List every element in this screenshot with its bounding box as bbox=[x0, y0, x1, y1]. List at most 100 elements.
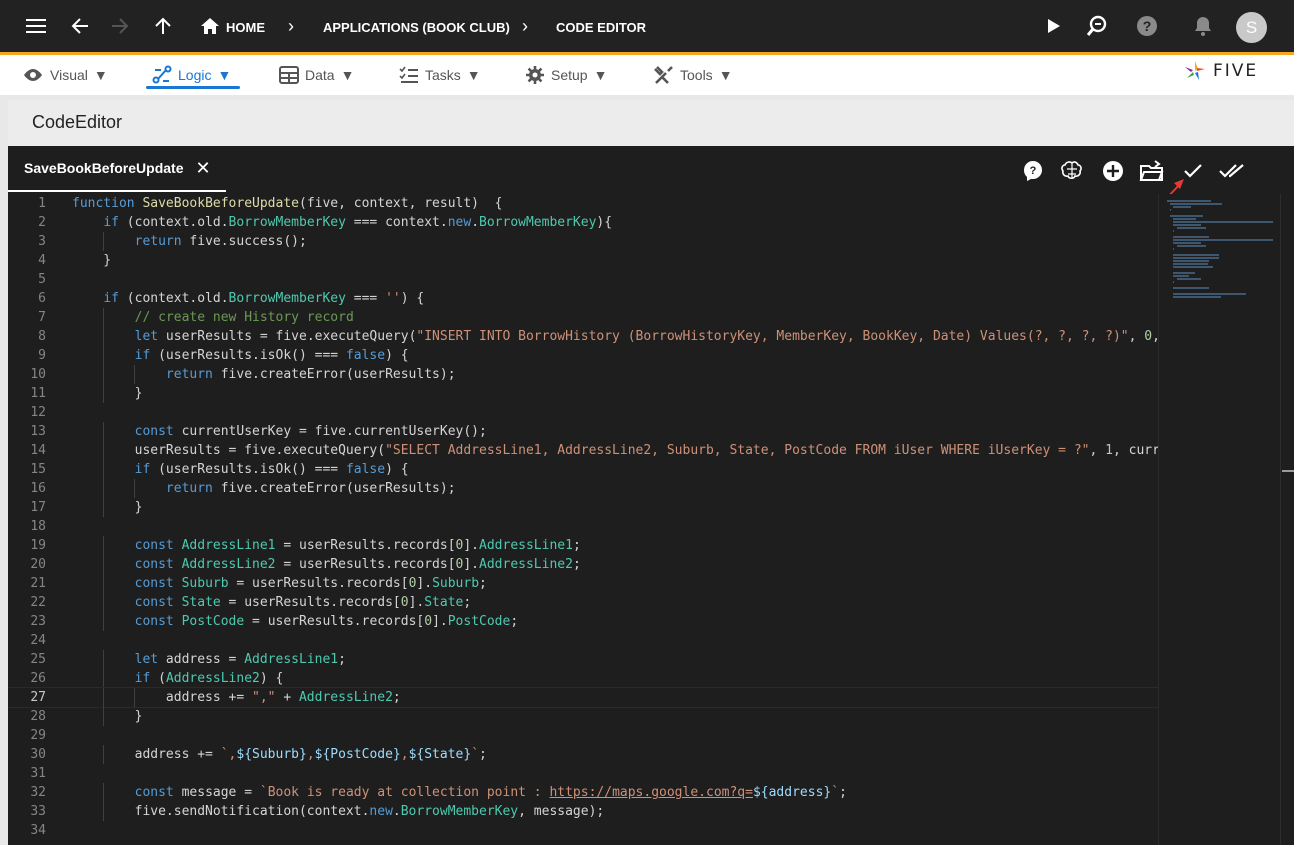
menu-data[interactable]: Data ▼ bbox=[279, 63, 354, 87]
code-line[interactable]: 13 const currentUserKey = five.currentUs… bbox=[8, 422, 1158, 441]
back-arrow-icon[interactable] bbox=[66, 12, 94, 40]
code-line[interactable]: 31 bbox=[8, 764, 1158, 783]
code-line[interactable]: 25 let address = AddressLine1; bbox=[8, 650, 1158, 669]
minimap-line bbox=[1173, 221, 1274, 223]
add-icon[interactable] bbox=[1100, 158, 1126, 184]
five-logo-text: FIVE bbox=[1213, 61, 1259, 81]
code-line[interactable]: 22 const State = userResults.records[0].… bbox=[8, 593, 1158, 612]
line-number: 11 bbox=[30, 386, 46, 401]
code-line[interactable]: 16 return five.createError(userResults); bbox=[8, 479, 1158, 498]
home-icon[interactable] bbox=[196, 12, 224, 40]
five-logo-mark-icon bbox=[1185, 61, 1205, 80]
minimap-line bbox=[1173, 224, 1202, 226]
code-text: if (context.old.BorrowMemberKey === cont… bbox=[103, 215, 613, 230]
line-number: 17 bbox=[30, 500, 46, 515]
help-bubble-icon[interactable]: ? bbox=[1020, 158, 1046, 184]
code-text: const message = `Book is ready at collec… bbox=[134, 785, 847, 800]
code-text: } bbox=[72, 500, 143, 515]
menu-visual[interactable]: Visual ▼ bbox=[22, 63, 108, 87]
code-line[interactable]: 32 const message = `Book is ready at col… bbox=[8, 783, 1158, 802]
code-text: address += `,${Suburb},${PostCode},${Sta… bbox=[72, 747, 487, 762]
code-line[interactable]: 29 bbox=[8, 726, 1158, 745]
minimap-line bbox=[1170, 215, 1203, 217]
code-line[interactable]: 14 userResults = five.executeQuery("SELE… bbox=[8, 441, 1158, 460]
code-line[interactable]: 26 if (AddressLine2) { bbox=[8, 669, 1158, 688]
code-line[interactable]: 9 if (userResults.isOk() === false) { bbox=[8, 346, 1158, 365]
save-all-check-icon[interactable] bbox=[1219, 158, 1245, 184]
code-line[interactable]: 19 const AddressLine1 = userResults.reco… bbox=[8, 536, 1158, 555]
editor-scrollbar[interactable] bbox=[1280, 194, 1294, 845]
code-line[interactable]: 27 address += "," + AddressLine2; bbox=[8, 687, 1158, 708]
dropdown-caret-icon: ▼ bbox=[217, 67, 232, 83]
code-text: const PostCode = userResults.records[0].… bbox=[134, 614, 519, 629]
code-line[interactable]: 33 five.sendNotification(context.new.Bor… bbox=[8, 802, 1158, 821]
minimap-line bbox=[1173, 230, 1175, 232]
line-number: 18 bbox=[30, 519, 46, 534]
play-icon[interactable] bbox=[1040, 12, 1068, 40]
code-line[interactable]: 30 address += `,${Suburb},${PostCode},${… bbox=[8, 745, 1158, 764]
notification-bell-icon[interactable] bbox=[1189, 12, 1217, 40]
code-line[interactable]: 20 const AddressLine2 = userResults.reco… bbox=[8, 555, 1158, 574]
code-line[interactable]: 28 } bbox=[8, 707, 1158, 726]
search-chat-icon[interactable] bbox=[1083, 12, 1111, 40]
dropdown-caret-icon: ▼ bbox=[466, 67, 481, 83]
code-line[interactable]: 7 // create new History record bbox=[8, 308, 1158, 327]
line-number: 3 bbox=[38, 234, 46, 249]
code-line[interactable]: 11 } bbox=[8, 384, 1158, 403]
code-line[interactable]: 8 let userResults = five.executeQuery("I… bbox=[8, 327, 1158, 346]
menu-setup[interactable]: Setup ▼ bbox=[525, 63, 607, 87]
code-line[interactable]: 5 bbox=[8, 270, 1158, 289]
minimap-line bbox=[1173, 218, 1196, 220]
minimap-line bbox=[1173, 287, 1210, 289]
code-text: address += "," + AddressLine2; bbox=[72, 690, 401, 705]
up-arrow-icon[interactable] bbox=[149, 12, 177, 40]
code-line[interactable]: 18 bbox=[8, 517, 1158, 536]
code-line[interactable]: 15 if (userResults.isOk() === false) { bbox=[8, 460, 1158, 479]
user-avatar[interactable]: S bbox=[1236, 12, 1267, 43]
line-number: 14 bbox=[30, 443, 46, 458]
line-number: 25 bbox=[30, 652, 46, 667]
line-number: 2 bbox=[38, 215, 46, 230]
code-line[interactable]: 24 bbox=[8, 631, 1158, 650]
code-line[interactable]: 4 } bbox=[8, 251, 1158, 270]
menu-logic[interactable]: Logic ▼ bbox=[152, 63, 231, 87]
minimap-line bbox=[1173, 296, 1222, 298]
minimap-line bbox=[1173, 236, 1210, 238]
minimap-line bbox=[1167, 200, 1211, 202]
minimap-line bbox=[1173, 266, 1213, 268]
code-line[interactable]: 1 function SaveBookBeforeUpdate(five, con… bbox=[8, 194, 1158, 213]
menu-tasks[interactable]: Tasks ▼ bbox=[399, 63, 481, 87]
breadcrumb-applications[interactable]: APPLICATIONS (BOOK CLUB) bbox=[323, 19, 510, 37]
code-line[interactable]: 10 return five.createError(userResults); bbox=[8, 365, 1158, 384]
ai-brain-icon[interactable] bbox=[1059, 158, 1085, 184]
code-line[interactable]: 2 if (context.old.BorrowMemberKey === co… bbox=[8, 213, 1158, 232]
active-menu-indicator bbox=[146, 86, 240, 89]
code-line[interactable]: 3 return five.success(); bbox=[8, 232, 1158, 251]
line-number: 5 bbox=[38, 272, 46, 287]
menu-tasks-label: Tasks bbox=[425, 67, 461, 83]
minimap-line bbox=[1176, 227, 1207, 229]
hamburger-menu-icon[interactable] bbox=[22, 12, 50, 40]
close-icon[interactable]: ✕ bbox=[196, 158, 211, 179]
line-number: 22 bbox=[30, 595, 46, 610]
minimap-line bbox=[1173, 260, 1210, 262]
code-line[interactable]: 6 if (context.old.BorrowMemberKey === ''… bbox=[8, 289, 1158, 308]
code-area[interactable]: 1 function SaveBookBeforeUpdate(five, con… bbox=[8, 194, 1158, 845]
line-number: 29 bbox=[30, 728, 46, 743]
code-line[interactable]: 34 bbox=[8, 821, 1158, 840]
line-number: 8 bbox=[38, 329, 46, 344]
breadcrumb-home[interactable]: HOME bbox=[226, 19, 265, 37]
line-number: 13 bbox=[30, 424, 46, 439]
line-number: 6 bbox=[38, 291, 46, 306]
line-number: 21 bbox=[30, 576, 46, 591]
minimap-line bbox=[1173, 257, 1219, 259]
code-line[interactable]: 23 const PostCode = userResults.records[… bbox=[8, 612, 1158, 631]
line-number: 27 bbox=[30, 690, 46, 705]
menu-tools[interactable]: Tools ▼ bbox=[654, 63, 733, 87]
help-icon[interactable]: ? bbox=[1133, 12, 1161, 40]
code-line[interactable]: 21 const Suburb = userResults.records[0]… bbox=[8, 574, 1158, 593]
editor-tab[interactable]: SaveBookBeforeUpdate ✕ bbox=[8, 146, 226, 192]
code-line[interactable]: 12 bbox=[8, 403, 1158, 422]
code-minimap[interactable] bbox=[1158, 194, 1280, 845]
code-line[interactable]: 17 } bbox=[8, 498, 1158, 517]
